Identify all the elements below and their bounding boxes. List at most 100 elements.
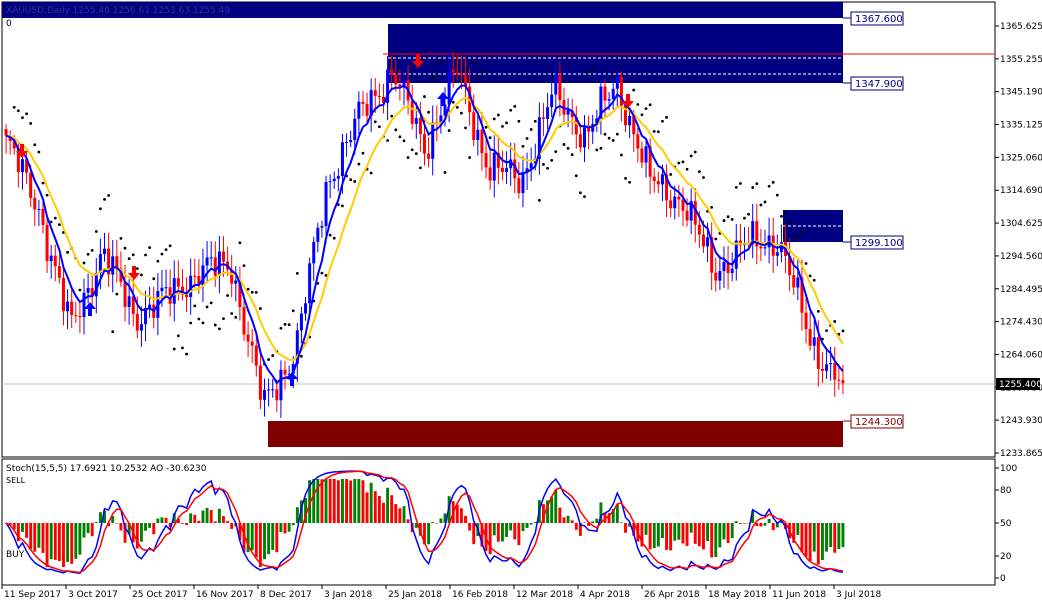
psar-dot <box>439 60 443 64</box>
candle-body <box>660 174 664 185</box>
candle-body <box>808 329 812 346</box>
psar-dot <box>197 317 201 321</box>
ao-bar <box>250 523 254 551</box>
price-chart[interactable]: XAUUSD,Daily 1255.40 1256.61 1253.63 125… <box>0 0 1042 606</box>
ao-bar <box>812 523 816 552</box>
indicator-frame <box>1 458 996 586</box>
ao-bar <box>697 523 701 547</box>
candle-body <box>500 167 504 173</box>
ao-bar <box>660 523 664 539</box>
ao-bar <box>148 523 152 528</box>
psar-dot <box>172 347 176 351</box>
candle-body <box>685 210 689 221</box>
psar-dot <box>250 290 254 294</box>
ao-bar <box>759 523 763 527</box>
psar-dot <box>193 304 197 308</box>
candle-body <box>209 257 213 259</box>
candle-body <box>652 176 656 182</box>
ao-bar <box>394 504 398 523</box>
psar-dot <box>771 180 775 184</box>
candle-body <box>172 278 176 304</box>
ao-bar <box>771 523 775 531</box>
candle-body <box>673 196 677 209</box>
ao-bar <box>328 479 332 523</box>
ao-bar <box>820 523 824 560</box>
candle-body <box>82 292 86 318</box>
ao-bar <box>767 518 771 523</box>
candle-body <box>816 337 820 369</box>
psar-dot <box>468 156 472 159</box>
psar-dot <box>599 146 603 150</box>
psar-dot <box>213 323 217 327</box>
candle-body <box>205 257 209 266</box>
candle-body <box>636 134 640 149</box>
psar-dot <box>78 288 82 292</box>
price-axis: 1365.625 1355.255 1345.190 1335.125 1325.060… <box>995 22 1042 459</box>
candle-body <box>45 225 49 262</box>
psar-dot <box>804 262 808 265</box>
psar-dot <box>681 160 685 164</box>
ao-bar <box>373 491 377 523</box>
ao-bar <box>209 509 213 523</box>
psar-dot <box>685 167 689 171</box>
ao-bar <box>673 523 677 541</box>
ao-bar <box>554 489 558 523</box>
candle-body <box>217 251 221 276</box>
psar-dot <box>595 148 599 152</box>
candle-body <box>4 129 8 136</box>
ao-bar <box>595 518 599 523</box>
candle-body <box>566 110 570 115</box>
candle-body <box>677 196 681 200</box>
psar-dot <box>332 236 336 240</box>
psar-dot <box>780 214 783 218</box>
candle-body <box>176 278 180 287</box>
psar-dot <box>488 136 492 140</box>
psar-dot <box>578 191 582 195</box>
psar-dot <box>209 301 213 305</box>
candle-body <box>550 94 554 108</box>
ao-bar <box>193 514 197 523</box>
psar-dot <box>131 253 135 257</box>
psar-dot <box>111 330 115 334</box>
psar-dot <box>640 113 644 117</box>
ao-bar <box>619 522 623 523</box>
candle-body <box>603 86 607 101</box>
candle-body <box>324 181 328 227</box>
ao-bar <box>505 523 508 537</box>
psar-dot <box>784 210 787 214</box>
ao-bar <box>94 522 98 523</box>
psar-dot <box>476 75 480 78</box>
ao-bar <box>800 523 804 552</box>
psar-dot <box>521 144 525 148</box>
psar-dot <box>652 129 656 133</box>
indicator-axis-label: 50 <box>1000 519 1012 529</box>
candle-body <box>275 389 279 401</box>
candle-body <box>365 103 369 116</box>
psar-dot <box>603 132 607 136</box>
ao-bar <box>267 523 271 555</box>
psar-dot <box>217 327 221 331</box>
candle-body <box>316 227 320 242</box>
psar-dot <box>751 186 755 189</box>
time-axis-label: 18 May 2018 <box>708 590 767 600</box>
ao-bar <box>398 508 402 523</box>
candle-body <box>582 125 586 148</box>
candle-body <box>541 117 545 120</box>
psar-dot <box>29 122 33 125</box>
candle-body <box>123 281 127 307</box>
psar-dot <box>259 307 262 310</box>
candle-body <box>701 234 705 247</box>
psar-dot <box>222 317 225 321</box>
ao-bar <box>738 523 742 524</box>
candle-body <box>20 159 24 173</box>
psar-dot <box>537 198 541 202</box>
indicator-axis: 100 80 50 20 0 <box>995 464 1017 584</box>
psar-dot <box>825 329 828 333</box>
candle-body <box>160 287 164 292</box>
candle-body <box>558 74 562 101</box>
candle-body <box>221 251 225 262</box>
psar-dot <box>697 170 701 173</box>
candle-body <box>213 257 217 276</box>
candle-body <box>33 197 37 210</box>
psar-dot <box>636 103 640 106</box>
